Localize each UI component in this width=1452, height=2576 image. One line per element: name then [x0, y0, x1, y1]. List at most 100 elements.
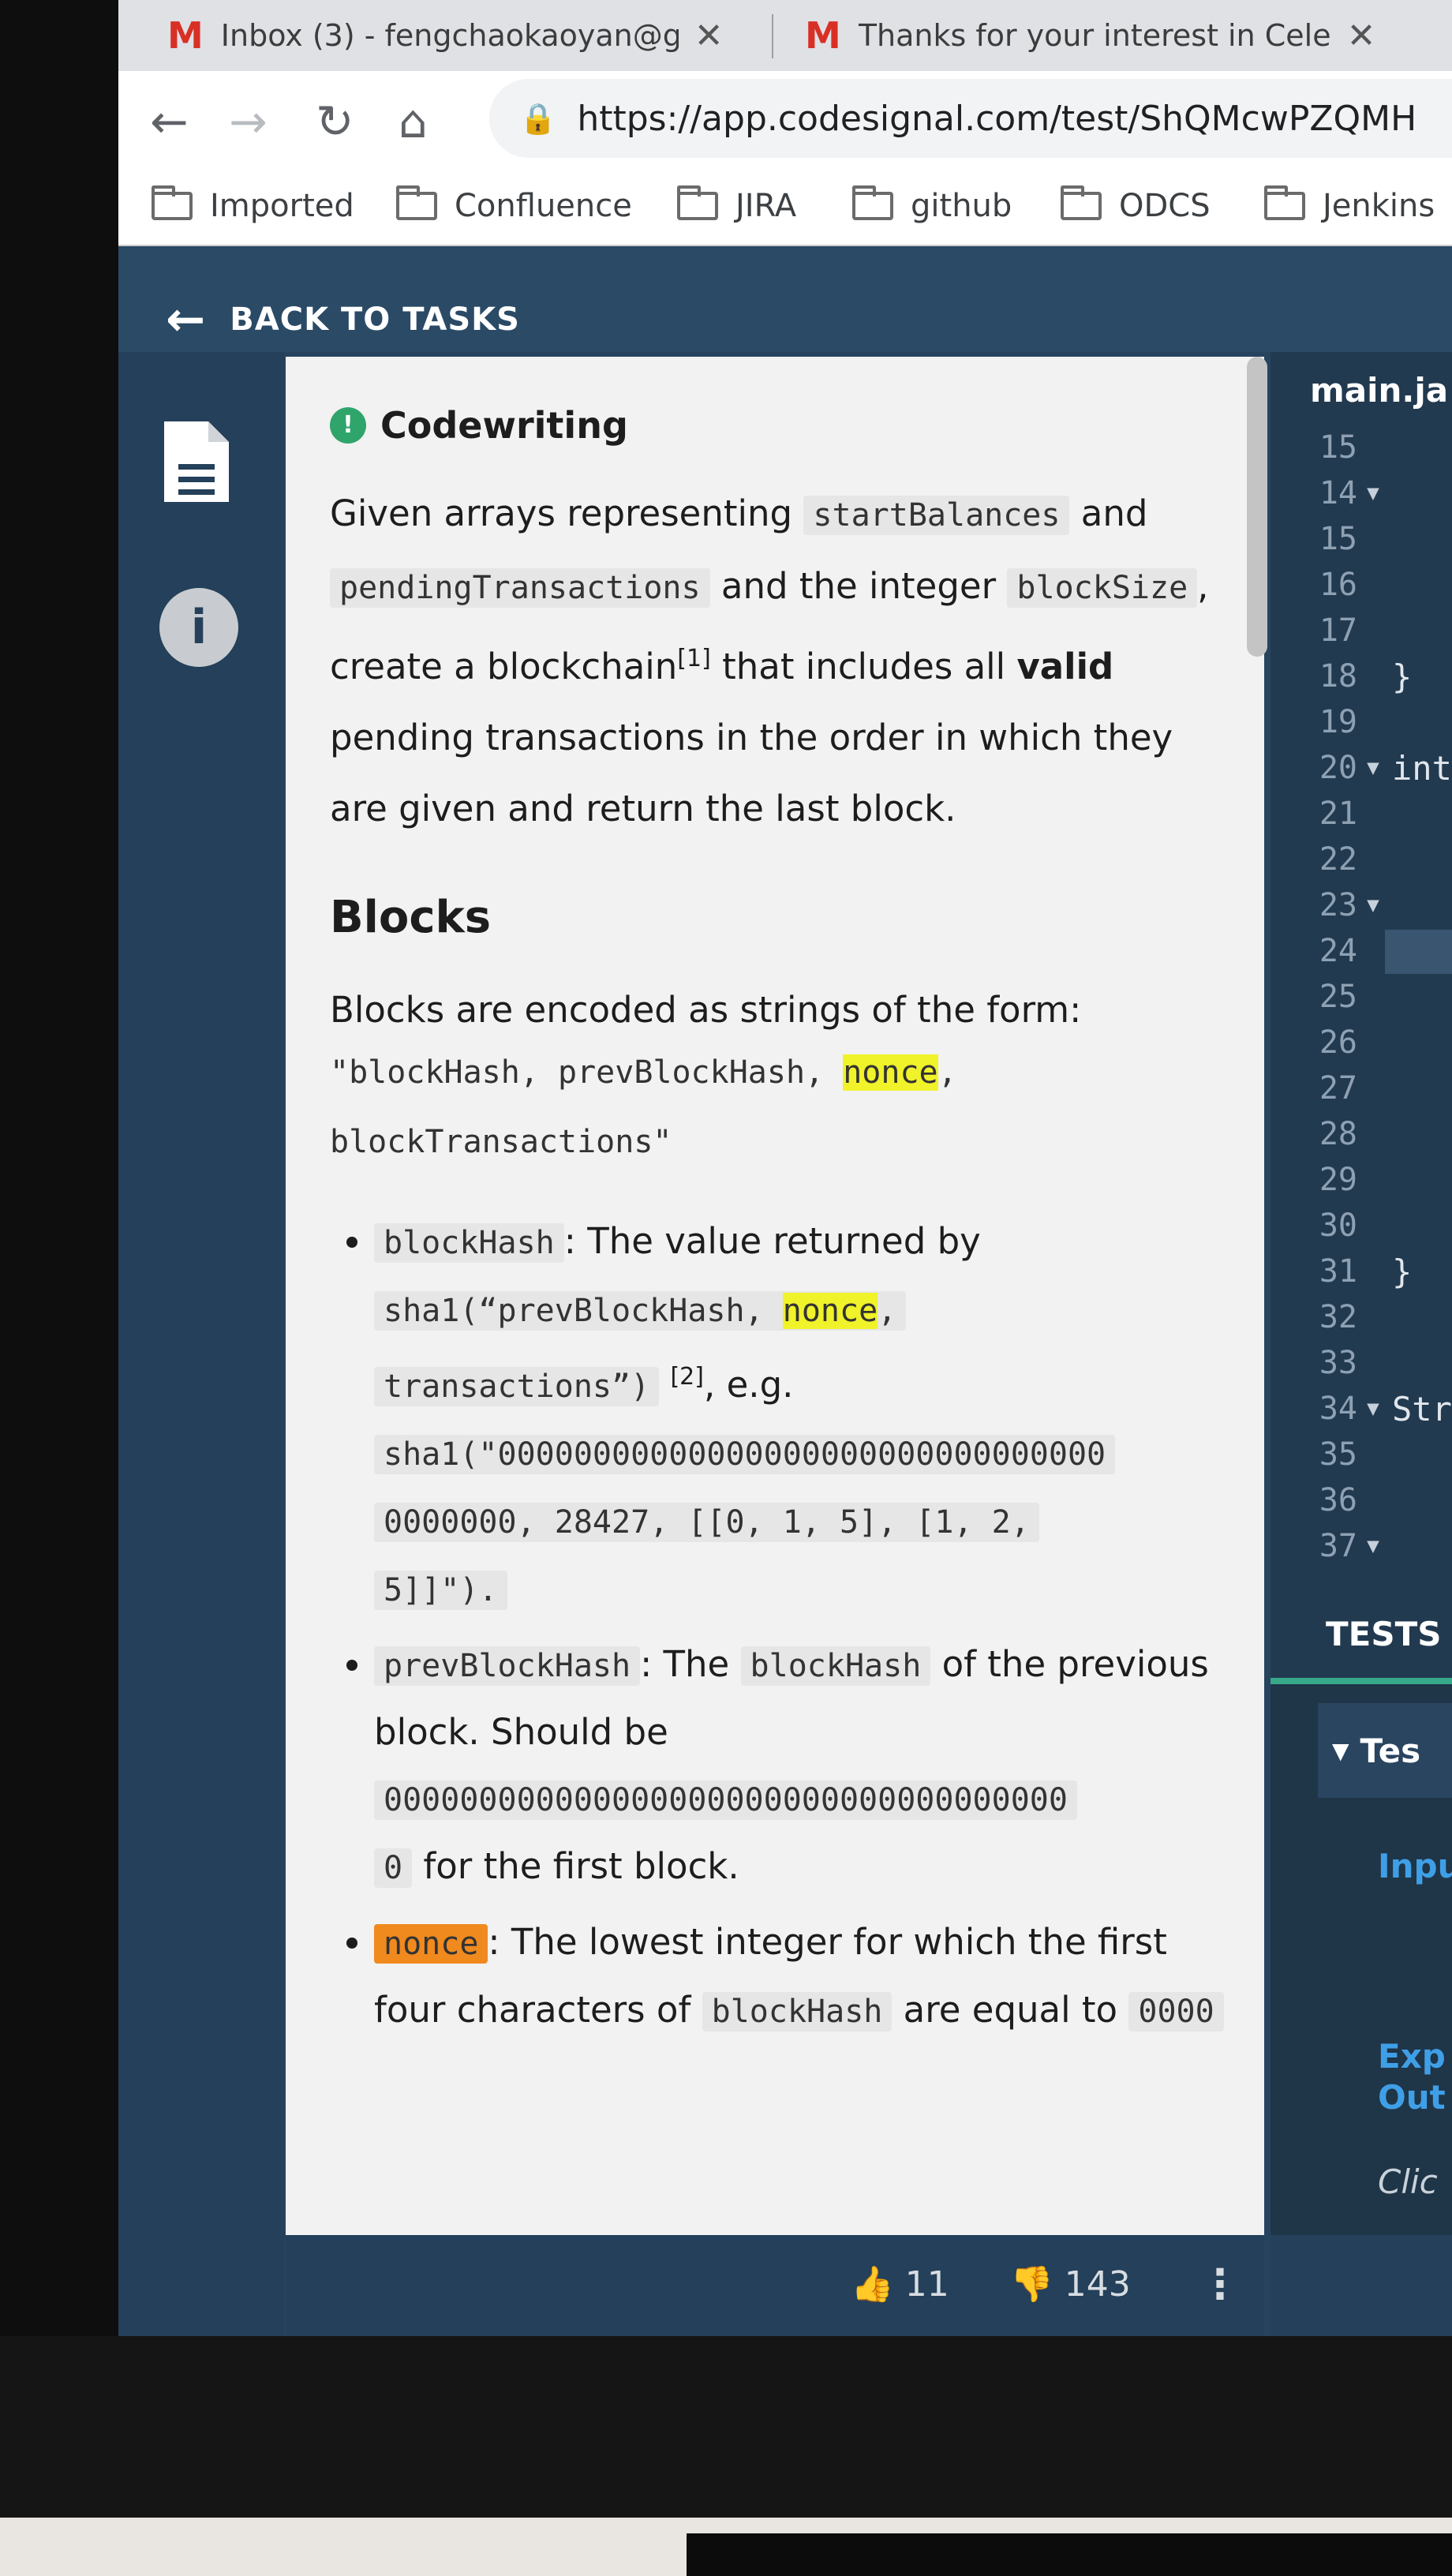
- fold-caret-icon[interactable]: ▼: [1357, 481, 1389, 505]
- editor-line[interactable]: 19: [1294, 699, 1452, 745]
- code-start-balances: startBalances: [803, 496, 1070, 535]
- bookmark-confluence[interactable]: Confluence: [396, 185, 632, 224]
- task-type-badge: ! Codewriting: [330, 404, 1229, 447]
- editor-line[interactable]: 15: [1294, 425, 1452, 470]
- editor-line[interactable]: 24: [1294, 928, 1452, 974]
- line-number: 23: [1319, 887, 1357, 923]
- bookmark-label: JIRA: [735, 188, 797, 224]
- test-click-hint[interactable]: Clic: [1378, 2162, 1438, 2201]
- bookmark-jenkins[interactable]: Jenkins: [1264, 185, 1435, 224]
- home-icon[interactable]: ⌂: [399, 95, 428, 148]
- editor-line[interactable]: 36: [1294, 1477, 1452, 1523]
- task-content: ! Codewriting Given arrays representing …: [330, 404, 1229, 2053]
- editor-line[interactable]: 22: [1294, 837, 1452, 882]
- back-label: BACK TO TASKS: [230, 301, 520, 338]
- editor-line[interactable]: 27: [1294, 1065, 1452, 1111]
- line-number: 37: [1319, 1528, 1357, 1564]
- editor-line[interactable]: 18}: [1294, 653, 1452, 699]
- screen: M Inbox (3) - fengchaokaoyan@g ✕ M Thank…: [118, 0, 1452, 2336]
- editor-line[interactable]: 20 ▼ int: [1294, 745, 1452, 791]
- editor-line[interactable]: 26: [1294, 1020, 1452, 1065]
- text: : The: [640, 1643, 741, 1685]
- line-number: 22: [1319, 841, 1357, 878]
- code: blockHash: [740, 1646, 931, 1686]
- back-arrow-icon: ←: [166, 292, 207, 347]
- badge-label: Codewriting: [380, 404, 628, 447]
- line-number: 20: [1319, 750, 1357, 786]
- browser-tab-bar: M Inbox (3) - fengchaokaoyan@g ✕ M Thank…: [118, 0, 1452, 71]
- text: blockTransactions": [330, 1124, 672, 1160]
- test-expected-label: Exp Out: [1378, 2036, 1446, 2118]
- editor-line[interactable]: 15: [1294, 516, 1452, 562]
- fold-caret-icon[interactable]: ▼: [1357, 893, 1389, 917]
- reload-icon[interactable]: ↻: [316, 95, 354, 148]
- gmail-icon: M: [805, 14, 841, 57]
- fold-caret-icon[interactable]: ▼: [1357, 1534, 1389, 1558]
- close-tab-icon[interactable]: ✕: [694, 16, 724, 56]
- editor-line[interactable]: 31}: [1294, 1249, 1452, 1294]
- line-number: 32: [1319, 1299, 1357, 1335]
- back-arrow-icon[interactable]: ←: [150, 95, 189, 148]
- editor-line[interactable]: 28: [1294, 1111, 1452, 1157]
- info-icon[interactable]: i: [159, 588, 238, 667]
- editor-line[interactable]: 32: [1294, 1294, 1452, 1340]
- text: sha1(“prevBlockHash,: [384, 1293, 783, 1329]
- editor-line[interactable]: 29: [1294, 1157, 1452, 1203]
- back-to-tasks-link[interactable]: ← BACK TO TASKS: [166, 292, 520, 347]
- editor-line[interactable]: 25: [1294, 974, 1452, 1020]
- bookmark-odcs[interactable]: ODCS: [1061, 185, 1211, 224]
- bookmark-jira[interactable]: JIRA: [677, 185, 797, 224]
- forward-arrow-icon[interactable]: →: [229, 95, 268, 148]
- fold-caret-icon[interactable]: ▼: [1357, 756, 1389, 780]
- highlight-nonce: nonce: [843, 1054, 938, 1091]
- device-bezel: [0, 0, 118, 2576]
- more-options-icon[interactable]: ⋮: [1199, 2261, 1241, 2308]
- folder-icon: [396, 185, 437, 220]
- gmail-icon: M: [167, 14, 204, 57]
- tests-tab[interactable]: TESTS: [1326, 1615, 1442, 1653]
- editor-line[interactable]: 23 ▼: [1294, 882, 1452, 928]
- footnote-ref[interactable]: [1]: [677, 645, 711, 672]
- text: , e.g.: [703, 1364, 794, 1406]
- section-heading-blocks: Blocks: [330, 892, 492, 943]
- footnote-ref[interactable]: [2]: [670, 1363, 704, 1391]
- code: 0: [374, 1848, 413, 1888]
- bookmark-label: Imported: [210, 188, 354, 224]
- block-format: "blockHash, prevBlockHash, nonce, blockT…: [330, 1038, 1229, 1177]
- editor-line[interactable]: 21: [1294, 791, 1452, 837]
- close-tab-icon[interactable]: ✕: [1347, 16, 1376, 56]
- field-list: blockHash : The value returned by sha1(“p…: [330, 1208, 1229, 2045]
- line-number: 14: [1319, 475, 1357, 511]
- folder-icon: [1264, 185, 1305, 220]
- line-number: 27: [1319, 1070, 1357, 1106]
- fold-caret-icon[interactable]: ▼: [1357, 1397, 1389, 1421]
- editor-line[interactable]: 14 ▼: [1294, 470, 1452, 516]
- like-button[interactable]: 👍 11: [851, 2263, 949, 2305]
- code: 5]]").: [374, 1571, 507, 1610]
- editor-line[interactable]: 17: [1294, 608, 1452, 653]
- editor-filename-tab[interactable]: main.ja: [1310, 371, 1448, 410]
- address-bar[interactable]: 🔒 https://app.codesignal.com/test/ShQMcw…: [489, 79, 1452, 158]
- bookmark-label: ODCS: [1119, 188, 1211, 224]
- text: : The value returned by: [563, 1220, 981, 1262]
- task-description-panel: ! Codewriting Given arrays representing …: [286, 357, 1264, 2235]
- test-case-row[interactable]: ▼ Tes: [1318, 1703, 1452, 1798]
- editor-line[interactable]: 35: [1294, 1432, 1452, 1477]
- panel-scrollbar[interactable]: [1247, 357, 1267, 657]
- line-number: 18: [1319, 658, 1357, 695]
- text: ,: [878, 1293, 897, 1329]
- editor-line[interactable]: 37 ▼: [1294, 1523, 1452, 1569]
- text: Out: [1378, 2078, 1446, 2117]
- bookmark-imported[interactable]: Imported: [152, 185, 354, 224]
- editor-line[interactable]: 34 ▼ Str: [1294, 1386, 1452, 1432]
- dislike-button[interactable]: 👎 143: [1010, 2263, 1131, 2305]
- editor-line[interactable]: 16: [1294, 562, 1452, 608]
- browser-tab-inbox[interactable]: M Inbox (3) - fengchaokaoyan@g ✕: [167, 0, 878, 71]
- browser-tab-thanks[interactable]: M Thanks for your interest in Cele ✕: [805, 0, 1452, 71]
- description-doc-icon[interactable]: [159, 418, 232, 505]
- line-code: }: [1392, 657, 1413, 696]
- editor-line[interactable]: 33: [1294, 1340, 1452, 1386]
- editor-line[interactable]: 30: [1294, 1203, 1452, 1249]
- bookmark-github[interactable]: github: [852, 185, 1012, 224]
- text: that includes all: [710, 646, 1017, 687]
